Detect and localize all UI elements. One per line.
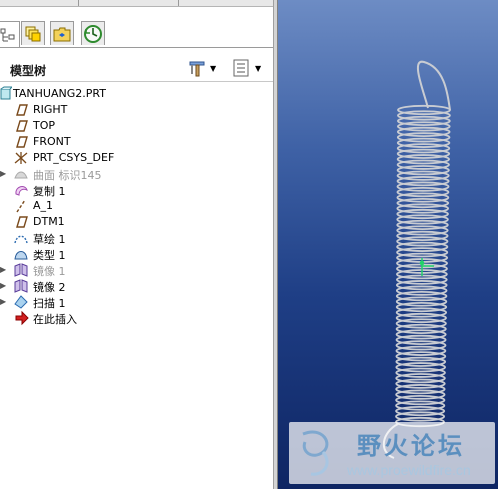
expand-arrow-icon [0,233,8,243]
mirror-icon [13,278,29,294]
tree-item[interactable]: ▶ 曲面 标识145 [0,166,273,182]
layers-icon [25,26,41,41]
tools-icon [189,61,205,77]
tree-item-label: 镜像 1 [33,265,66,278]
spring-hook [416,60,451,111]
toolbar-divider [78,0,79,6]
expand-arrow-icon [0,121,8,131]
tree-item[interactable]: DTM1 [0,214,273,230]
expand-arrow-icon[interactable]: ▶ [0,281,8,291]
tree-item[interactable]: RIGHT [0,102,273,118]
tree-item-label: 扫描 1 [33,297,66,310]
folder-tab[interactable] [50,21,74,45]
toolbar-divider [178,0,179,6]
tree-item[interactable]: ▶ 镜像 2 [0,278,273,294]
tree-item-label: 复制 1 [33,185,66,198]
tree-item-label: 镜像 2 [33,281,66,294]
navigator-panel: 模型树 ▼ ▼ TANHUANG2.PRT RIGHT TOP FRONT PRT_C… [0,7,273,489]
thicken-icon [13,246,29,262]
tree-root[interactable]: TANHUANG2.PRT [0,86,273,102]
datum-plane-icon [13,214,29,230]
expand-arrow-icon[interactable]: ▶ [0,265,8,275]
tree-item-label: RIGHT [33,103,68,116]
tree-item-label: DTM1 [33,215,65,228]
tree-item[interactable]: 类型 1 [0,246,273,262]
tree-item[interactable]: 草绘 1 [0,230,273,246]
chevron-down-icon: ▼ [255,63,262,73]
expand-arrow-icon [0,217,8,227]
expand-arrow-icon [0,313,8,323]
tree-display-button[interactable]: ▼ [232,59,261,77]
history-icon [84,24,102,43]
expand-arrow-icon [0,153,8,163]
datum-plane-icon [13,118,29,134]
tree-item[interactable]: 复制 1 [0,182,273,198]
layer-tab[interactable] [21,21,45,45]
expand-arrow-icon[interactable]: ▶ [0,169,8,179]
model-tree-tab[interactable] [0,21,20,47]
tree-item[interactable]: ▶ 镜像 1 [0,262,273,278]
tree-item[interactable]: FRONT [0,134,273,150]
watermark: 野火论坛 www.proewildfire.cn [289,422,495,484]
tree-root-label: TANHUANG2.PRT [13,87,106,100]
folder-icon [53,27,71,41]
expand-arrow-icon [0,201,8,211]
coordinate-system-icon [13,150,29,166]
tree-settings-button[interactable]: ▼ [188,59,216,77]
insert-here-arrow-icon [13,310,29,326]
sweep-icon [13,294,29,310]
expand-arrow-icon [0,137,8,147]
model-tree-header: 模型树 ▼ ▼ [0,55,273,82]
expand-arrow-icon [0,249,8,259]
sketch-icon [13,230,29,246]
tree-item-label: 曲面 标识145 [33,169,102,182]
watermark-title: 野火论坛 [357,431,465,460]
model-tree-title: 模型树 [10,64,47,78]
list-icon [233,59,249,77]
tree-item[interactable]: ▶ 扫描 1 [0,294,273,310]
datum-axis-icon [13,198,29,214]
tree-item-label: A_1 [33,199,54,212]
mirror-icon [13,262,29,278]
chevron-down-icon: ▼ [210,63,217,73]
expand-arrow-icon [0,105,8,115]
tree-item-label: PRT_CSYS_DEF [33,151,115,164]
tree-item[interactable]: PRT_CSYS_DEF [0,150,273,166]
csys-marker [419,260,425,266]
tree-item-label: 草绘 1 [33,233,66,246]
copy-icon [13,182,29,198]
watermark-url: www.proewildfire.cn [347,462,471,478]
navigator-tabs [0,19,273,48]
tree-item[interactable]: A_1 [0,198,273,214]
tree-item[interactable]: 在此插入 [0,310,273,326]
model-tree-icon [0,28,15,41]
datum-plane-icon [13,102,29,118]
tree-item-label: 类型 1 [33,249,66,262]
expand-arrow-icon[interactable]: ▶ [0,297,8,307]
expand-arrow-icon [0,185,8,195]
surface-icon [13,166,29,182]
tree-item-label: TOP [33,119,56,132]
datum-plane-icon [13,134,29,150]
graphics-viewport[interactable] [278,0,498,489]
spring-model [383,60,451,459]
tree-item-label: 在此插入 [33,313,77,326]
favorites-tab[interactable] [81,21,105,45]
tree-item-label: FRONT [33,135,71,148]
watermark-logo-icon [302,430,329,476]
tree-item[interactable]: TOP [0,118,273,134]
